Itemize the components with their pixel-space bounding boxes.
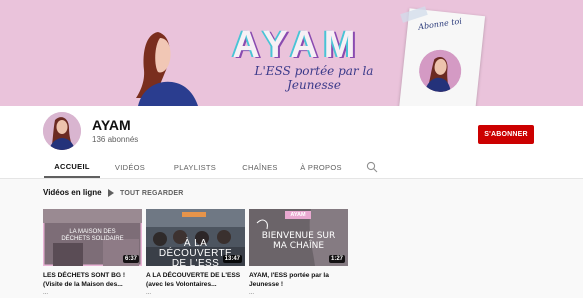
search-icon[interactable]: [366, 161, 378, 173]
tab-chaines[interactable]: CHAÎNES: [232, 156, 288, 178]
video-thumbnail[interactable]: LA MAISON DES DÉCHETS SOLIDAIRE 6:37: [43, 209, 142, 266]
tab-playlists[interactable]: PLAYLISTS: [164, 156, 226, 178]
section-title: Vidéos en ligne: [43, 188, 102, 197]
video-thumbnail[interactable]: À LA DÉCOUVERTE DE L'ESS 13:47: [146, 209, 245, 266]
tab-a-propos[interactable]: À PROPOS: [292, 156, 350, 178]
channel-tabs: ACCUEIL VIDÉOS PLAYLISTS CHAÎNES À PROPO…: [0, 156, 583, 178]
video-card[interactable]: LA MAISON DES DÉCHETS SOLIDAIRE 6:37 LES…: [43, 209, 142, 297]
video-meta: ...: [43, 290, 49, 296]
header-divider: [0, 178, 583, 179]
banner-card: Abonne toi: [398, 8, 486, 106]
banner-title: AYAM: [232, 24, 362, 66]
channel-name: AYAM: [92, 117, 131, 133]
video-card[interactable]: AYAM BIENVENUE SUR MA CHAÎNE 1:27 AYAM, …: [249, 209, 348, 297]
subscribe-button[interactable]: S'ABONNER: [478, 125, 534, 144]
banner-subtitle: L'ESS portée par la Jeunesse: [254, 64, 374, 92]
avatar[interactable]: [43, 112, 81, 150]
thumbnail-tag: AYAM: [290, 212, 306, 218]
video-duration: 1:27: [328, 255, 345, 263]
banner-illustration: [136, 32, 198, 106]
channel-banner: AYAM L'ESS portée par la Jeunesse Abonne…: [0, 0, 583, 106]
person-photo-icon: [417, 47, 464, 94]
tab-videos[interactable]: VIDÉOS: [106, 156, 154, 178]
video-title[interactable]: LES DÉCHETS SONT BG ! (Visite de la Mais…: [43, 271, 142, 289]
video-title[interactable]: A LA DÉCOUVERTE DE L'ESS (avec les Volon…: [146, 271, 245, 289]
video-duration: 13:47: [222, 255, 242, 263]
play-all-label: TOUT REGARDER: [120, 189, 184, 197]
subscriber-count: 136 abonnés: [92, 135, 139, 144]
avatar-photo-icon: [43, 112, 81, 150]
thumbnail-caption: LA MAISON DES DÉCHETS SOLIDAIRE: [61, 229, 124, 242]
video-card[interactable]: À LA DÉCOUVERTE DE L'ESS 13:47 A LA DÉCO…: [146, 209, 245, 297]
youtube-channel-page: AYAM L'ESS portée par la Jeunesse Abonne…: [0, 0, 583, 298]
video-thumbnail[interactable]: AYAM BIENVENUE SUR MA CHAÎNE 1:27: [249, 209, 348, 266]
thumbnail-caption: BIENVENUE SUR MA CHAÎNE: [261, 231, 336, 251]
video-title[interactable]: AYAM, l'ESS portée par la Jeunesse !: [249, 271, 348, 289]
card-script: Abonne toi: [417, 16, 463, 32]
video-duration: 6:37: [122, 255, 139, 263]
video-meta: ...: [249, 290, 255, 296]
tab-accueil[interactable]: ACCUEIL: [44, 156, 100, 178]
video-meta: ...: [146, 290, 152, 296]
play-icon: [108, 189, 114, 197]
play-all-button[interactable]: TOUT REGARDER: [108, 187, 184, 199]
card-photo: [417, 47, 464, 94]
